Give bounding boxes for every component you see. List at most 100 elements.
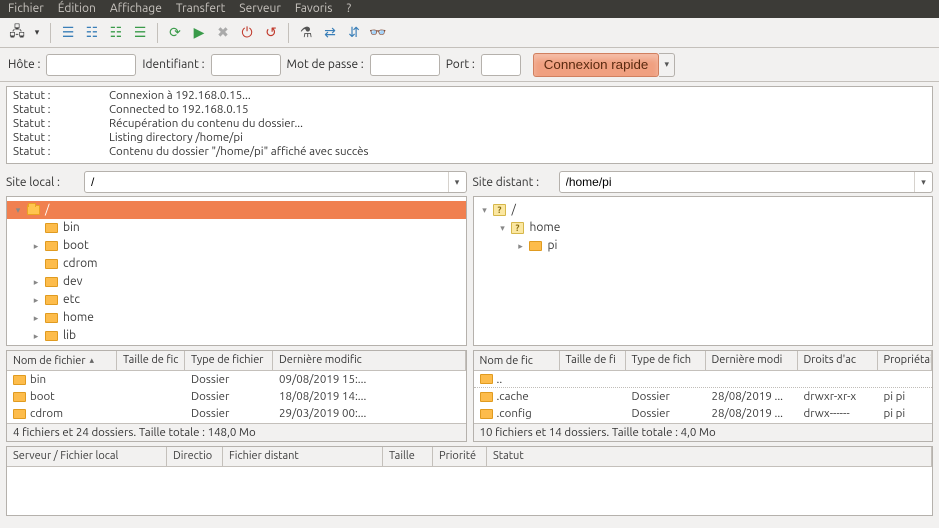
folder-icon (480, 409, 493, 419)
local-path-combo[interactable]: ▾ (84, 171, 467, 193)
remote-path-dropdown[interactable]: ▾ (914, 172, 932, 192)
tree-node[interactable]: ▾?home (474, 219, 933, 237)
quickconnect-history-dropdown[interactable]: ▾ (659, 53, 675, 77)
file-name: bin (30, 373, 46, 386)
transfer-queue[interactable]: Serveur / Fichier local Directio Fichier… (6, 446, 933, 516)
message-log[interactable]: Statut :Connexion à 192.168.0.15...Statu… (6, 86, 933, 164)
remote-file-list[interactable]: Nom de fic Taille de fi Type de fich Der… (473, 350, 934, 442)
folder-icon (45, 331, 58, 341)
list-item[interactable]: cdromDossier29/03/2019 00:... (7, 405, 466, 422)
folder-icon (27, 205, 40, 215)
host-input[interactable] (46, 54, 136, 76)
col-size[interactable]: Taille de fi (560, 351, 626, 370)
menu-help[interactable]: ? (346, 0, 351, 18)
tree-twisty[interactable]: ▾ (496, 219, 510, 237)
quickconnect-button[interactable]: Connexion rapide (533, 53, 659, 77)
tree-node[interactable]: ▸etc (7, 291, 466, 309)
local-tree[interactable]: ▾/bin▸bootcdrom▸dev▸etc▸home▸lib (6, 196, 467, 346)
list-item[interactable]: .configDossier28/08/2019 ...drwx------pi… (474, 405, 933, 422)
tree-twisty[interactable]: ▸ (29, 237, 43, 255)
password-input[interactable] (370, 54, 440, 76)
remote-tree[interactable]: ▾?/▾?home▸pi (473, 196, 934, 346)
user-input[interactable] (211, 54, 281, 76)
list-item[interactable]: binDossier09/08/2019 15:... (7, 371, 466, 388)
search-button[interactable]: 👓 (367, 22, 389, 44)
menu-bookmarks[interactable]: Favoris (295, 0, 333, 18)
tree-node[interactable]: ▸home (7, 309, 466, 327)
col-type[interactable]: Type de fich (626, 351, 706, 370)
reconnect-button[interactable]: ↺ (260, 22, 282, 44)
col-name[interactable]: Nom de fichier (7, 351, 117, 370)
tree-twisty[interactable]: ▸ (29, 273, 43, 291)
tree-twisty[interactable]: ▸ (29, 291, 43, 309)
toggle-queue-button[interactable]: ☰ (129, 22, 151, 44)
log-value: Connected to 192.168.0.15 (109, 103, 249, 117)
tree-node[interactable]: bin (7, 219, 466, 237)
local-path-dropdown[interactable]: ▾ (448, 172, 466, 192)
tree-twisty[interactable]: ▾ (11, 201, 25, 219)
col-name[interactable]: Nom de fic (474, 351, 560, 370)
tree-twisty[interactable]: ▸ (514, 237, 528, 255)
tree-node[interactable]: ▸boot (7, 237, 466, 255)
log-row: Statut :Récupération du contenu du dossi… (13, 117, 926, 131)
col-local-file[interactable]: Serveur / Fichier local (7, 447, 167, 466)
refresh-icon: ⟳ (169, 24, 181, 41)
file-owner: pi pi (878, 390, 933, 403)
col-size[interactable]: Taille (383, 447, 433, 466)
toggle-remote-tree-button[interactable]: ☷ (105, 22, 127, 44)
tree-node[interactable]: cdrom (7, 255, 466, 273)
tree-label: / (512, 201, 516, 219)
remote-path-combo[interactable]: ▾ (559, 171, 934, 193)
remote-path-input[interactable] (560, 175, 915, 189)
tree-twisty[interactable]: ▸ (29, 309, 43, 327)
site-manager-button[interactable]: 🖧 (6, 22, 28, 44)
list-item[interactable]: .. (474, 371, 933, 388)
list-item[interactable]: .cacheDossier28/08/2019 ...drwxr-xr-xpi … (474, 388, 933, 405)
tree-node[interactable]: ▸pi (474, 237, 933, 255)
col-type[interactable]: Type de fichier (185, 351, 273, 370)
menu-edit[interactable]: Édition (58, 0, 96, 18)
site-manager-dropdown[interactable]: ▾ (30, 22, 44, 44)
menu-view[interactable]: Affichage (110, 0, 162, 18)
port-input[interactable] (481, 54, 521, 76)
refresh-button[interactable]: ⟳ (164, 22, 186, 44)
local-path-input[interactable] (85, 175, 448, 189)
disconnect-button[interactable]: ⏻ (236, 22, 258, 44)
folder-icon (45, 295, 58, 305)
compare-button[interactable]: ⇄ (319, 22, 341, 44)
col-status[interactable]: Statut (487, 447, 932, 466)
tree-node[interactable]: ▸lib (7, 327, 466, 345)
tree-twisty[interactable]: ▾ (478, 201, 492, 219)
filter-button[interactable]: ⚗ (295, 22, 317, 44)
pass-label: Mot de passe : (287, 58, 364, 71)
tree-node[interactable]: ▾?/ (474, 201, 933, 219)
col-modified[interactable]: Dernière modi (706, 351, 798, 370)
sync-browse-button[interactable]: ⇵ (343, 22, 365, 44)
col-direction[interactable]: Directio (167, 447, 223, 466)
col-priority[interactable]: Priorité (433, 447, 487, 466)
local-file-list[interactable]: Nom de fichier Taille de fic Type de fic… (6, 350, 467, 442)
menu-file[interactable]: Fichier (8, 0, 44, 18)
col-permissions[interactable]: Droits d'ac (798, 351, 878, 370)
toggle-local-tree-button[interactable]: ☷ (81, 22, 103, 44)
file-modified: 28/08/2019 ... (706, 390, 798, 403)
tree-node[interactable]: ▸dev (7, 273, 466, 291)
cancel-button[interactable]: ✖ (212, 22, 234, 44)
col-owner[interactable]: Propriétair (878, 351, 933, 370)
col-size[interactable]: Taille de fic (117, 351, 185, 370)
path-row: Site local : ▾ Site distant : ▾ (0, 168, 939, 196)
menu-server[interactable]: Serveur (239, 0, 281, 18)
col-modified[interactable]: Dernière modific (273, 351, 466, 370)
tree-twisty[interactable]: ▸ (29, 327, 43, 345)
process-queue-button[interactable]: ▶ (188, 22, 210, 44)
toggle-log-button[interactable]: ☰ (57, 22, 79, 44)
queue-body (7, 467, 932, 515)
remote-list-header: Nom de fic Taille de fi Type de fich Der… (474, 351, 933, 371)
tree-node[interactable]: ▾/ (7, 201, 466, 219)
toolbar-separator (288, 23, 289, 43)
log-row: Statut :Connected to 192.168.0.15 (13, 103, 926, 117)
col-remote-file[interactable]: Fichier distant (223, 447, 383, 466)
remote-status-bar: 10 fichiers et 14 dossiers. Taille total… (474, 423, 933, 441)
menu-transfer[interactable]: Transfert (176, 0, 225, 18)
list-item[interactable]: bootDossier18/08/2019 14:... (7, 388, 466, 405)
